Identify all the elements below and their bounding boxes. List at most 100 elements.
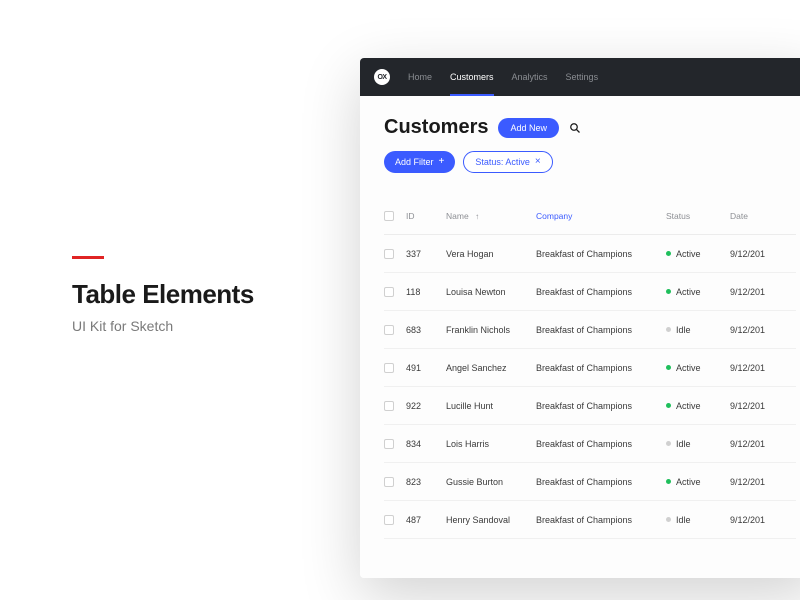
cell-id: 118: [406, 287, 446, 297]
navbar: OX Home Customers Analytics Settings: [360, 58, 800, 96]
row-checkbox[interactable]: [384, 515, 394, 525]
row-checkbox[interactable]: [384, 363, 394, 373]
table-row[interactable]: 337Vera HoganBreakfast of Champions Activ…: [384, 235, 796, 273]
plus-icon: +: [439, 157, 445, 167]
row-checkbox[interactable]: [384, 401, 394, 411]
cell-status: Idle: [666, 515, 730, 525]
cell-company: Breakfast of Champions: [536, 287, 666, 297]
cell-name: Henry Sandoval: [446, 515, 536, 525]
add-new-button[interactable]: Add New: [498, 118, 559, 138]
table-row[interactable]: 118Louisa NewtonBreakfast of Champions Ac…: [384, 273, 796, 311]
status-label: Active: [676, 477, 701, 487]
col-name[interactable]: Name ↑: [446, 211, 536, 221]
table-row[interactable]: 823Gussie BurtonBreakfast of Champions Ac…: [384, 463, 796, 501]
cell-id: 487: [406, 515, 446, 525]
add-filter-label: Add Filter: [395, 157, 434, 167]
cell-company: Breakfast of Champions: [536, 249, 666, 259]
promo-block: Table Elements UI Kit for Sketch: [72, 256, 254, 334]
status-label: Idle: [676, 515, 691, 525]
add-filter-chip[interactable]: Add Filter +: [384, 151, 455, 173]
table-row[interactable]: 683Franklin NicholsBreakfast of Champion…: [384, 311, 796, 349]
status-label: Idle: [676, 439, 691, 449]
status-dot-icon: [666, 517, 671, 522]
cell-status: Active: [666, 477, 730, 487]
status-label: Active: [676, 249, 701, 259]
status-dot-icon: [666, 403, 671, 408]
cell-date: 9/12/201: [730, 477, 796, 487]
table-header-row: ID Name ↑ Company Status Date: [384, 197, 796, 235]
filter-bar: Add Filter + Status: Active ×: [384, 151, 796, 173]
nav-item-analytics[interactable]: Analytics: [512, 58, 548, 96]
col-date[interactable]: Date: [730, 211, 796, 221]
status-dot-icon: [666, 441, 671, 446]
page-header: Customers Add New: [384, 116, 796, 139]
row-checkbox[interactable]: [384, 477, 394, 487]
promo-title: Table Elements: [72, 279, 254, 310]
cell-date: 9/12/201: [730, 515, 796, 525]
content-area: Customers Add New Add Filter + Status: A…: [360, 96, 800, 578]
cell-name: Vera Hogan: [446, 249, 536, 259]
nav-item-customers[interactable]: Customers: [450, 58, 494, 96]
cell-status: Idle: [666, 325, 730, 335]
cell-date: 9/12/201: [730, 325, 796, 335]
status-label: Idle: [676, 325, 691, 335]
cell-name: Franklin Nichols: [446, 325, 536, 335]
close-icon[interactable]: ×: [535, 157, 541, 167]
cell-company: Breakfast of Champions: [536, 325, 666, 335]
cell-id: 683: [406, 325, 446, 335]
accent-bar: [72, 256, 104, 259]
cell-company: Breakfast of Champions: [536, 515, 666, 525]
app-window: OX Home Customers Analytics Settings Custom…: [360, 58, 800, 578]
cell-id: 834: [406, 439, 446, 449]
table-row[interactable]: 487Henry SandovalBreakfast of Champions I…: [384, 501, 796, 539]
col-name-label: Name: [446, 211, 469, 221]
cell-id: 337: [406, 249, 446, 259]
nav-item-home[interactable]: Home: [408, 58, 432, 96]
cell-company: Breakfast of Champions: [536, 401, 666, 411]
cell-name: Gussie Burton: [446, 477, 536, 487]
logo[interactable]: OX: [374, 69, 390, 85]
table-row[interactable]: 491Angel SanchezBreakfast of ChampionsAc…: [384, 349, 796, 387]
cell-date: 9/12/201: [730, 249, 796, 259]
cell-date: 9/12/201: [730, 439, 796, 449]
col-status[interactable]: Status: [666, 211, 730, 221]
cell-status: Active: [666, 249, 730, 259]
status-dot-icon: [666, 327, 671, 332]
cell-name: Lois Harris: [446, 439, 536, 449]
search-icon[interactable]: [569, 122, 581, 134]
cell-name: Lucille Hunt: [446, 401, 536, 411]
row-checkbox[interactable]: [384, 325, 394, 335]
status-dot-icon: [666, 365, 671, 370]
status-dot-icon: [666, 479, 671, 484]
cell-company: Breakfast of Champions: [536, 477, 666, 487]
cell-company: Breakfast of Champions: [536, 363, 666, 373]
status-active-filter-chip[interactable]: Status: Active ×: [463, 151, 552, 173]
cell-status: Idle: [666, 439, 730, 449]
cell-id: 491: [406, 363, 446, 373]
select-all-checkbox[interactable]: [384, 211, 394, 221]
cell-name: Louisa Newton: [446, 287, 536, 297]
cell-id: 922: [406, 401, 446, 411]
status-label: Active: [676, 401, 701, 411]
cell-name: Angel Sanchez: [446, 363, 536, 373]
cell-status: Active: [666, 363, 730, 373]
nav-item-settings[interactable]: Settings: [566, 58, 599, 96]
cell-date: 9/12/201: [730, 401, 796, 411]
table-row[interactable]: 922Lucille HuntBreakfast of Champions Act…: [384, 387, 796, 425]
status-label: Active: [676, 287, 701, 297]
status-filter-label: Status: Active: [475, 157, 530, 167]
row-checkbox[interactable]: [384, 249, 394, 259]
row-checkbox[interactable]: [384, 287, 394, 297]
table-row[interactable]: 834Lois HarrisBreakfast of Champions Idle…: [384, 425, 796, 463]
cell-id: 823: [406, 477, 446, 487]
col-id[interactable]: ID: [406, 211, 446, 221]
cell-date: 9/12/201: [730, 363, 796, 373]
row-checkbox[interactable]: [384, 439, 394, 449]
customers-table: ID Name ↑ Company Status Date 337Vera Ho…: [384, 197, 796, 539]
status-dot-icon: [666, 251, 671, 256]
col-company[interactable]: Company: [536, 211, 666, 221]
cell-company: Breakfast of Champions: [536, 439, 666, 449]
page-title: Customers: [384, 116, 488, 139]
promo-subtitle: UI Kit for Sketch: [72, 318, 254, 334]
status-dot-icon: [666, 289, 671, 294]
